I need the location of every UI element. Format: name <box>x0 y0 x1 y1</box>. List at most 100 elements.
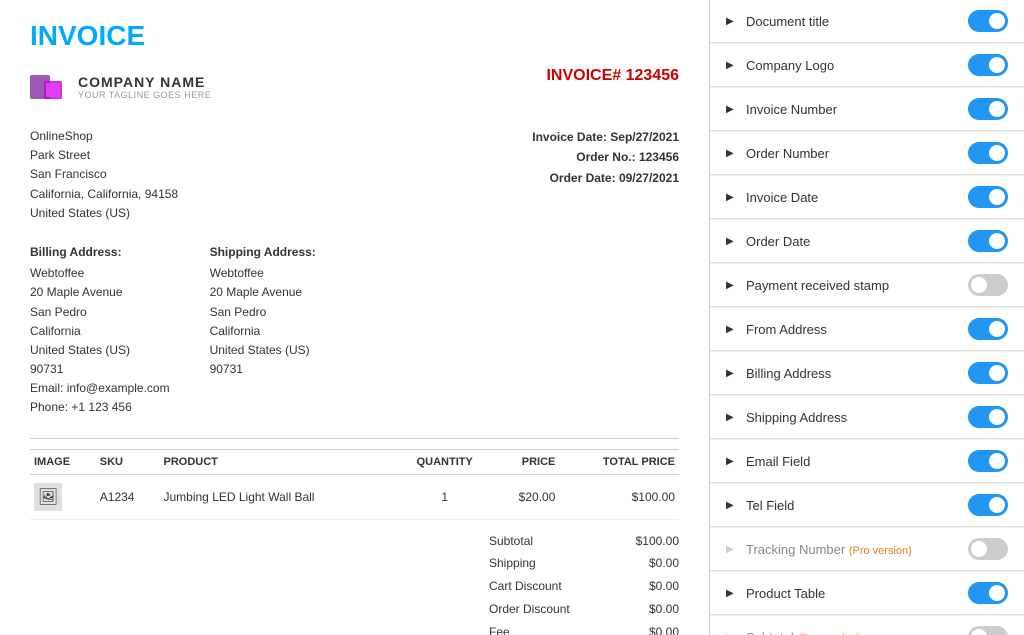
product-image-cell: 🖼 <box>30 474 96 519</box>
chevron-right-icon[interactable]: ▶ <box>726 104 738 115</box>
chevron-right-icon[interactable]: ▶ <box>726 16 738 27</box>
settings-label-payment-received: Payment received stamp <box>746 278 889 293</box>
invoice-date-row: Invoice Date: Sep/27/2021 <box>532 127 679 147</box>
settings-item-billing-address: ▶ Billing Address <box>710 352 1024 395</box>
settings-item-shipping-address: ▶Shipping Address <box>710 396 1024 439</box>
settings-item-from-address: ▶ From Address <box>710 308 1024 351</box>
toggle-tel-field[interactable] <box>968 494 1008 516</box>
chevron-right-icon[interactable]: ▶ <box>726 148 738 159</box>
product-price: $20.00 <box>493 474 560 519</box>
toggle-shipping-address[interactable] <box>968 406 1008 428</box>
company-name: COMPANY NAME <box>78 74 211 90</box>
company-logo: COMPANY NAME YOUR TAGLINE GOES HERE <box>30 67 211 107</box>
toggle-payment-received[interactable] <box>968 274 1008 296</box>
toggle-company-logo[interactable] <box>968 54 1008 76</box>
settings-item-company-logo: ▶Company Logo <box>710 44 1024 87</box>
addresses-row: Billing Address: Webtoffee 20 Maple Aven… <box>30 243 679 418</box>
toggle-order-date[interactable] <box>968 230 1008 252</box>
col-quantity: QUANTITY <box>397 449 493 474</box>
settings-item-product-table: ▶ Product Table <box>710 572 1024 615</box>
from-country: United States (US) <box>30 204 178 223</box>
settings-item-order-number: ▶Order Number <box>710 132 1024 175</box>
chevron-right-icon[interactable]: ▶ <box>726 60 738 71</box>
toggle-document-title[interactable] <box>968 10 1008 32</box>
settings-label-tracking-number: Tracking Number (Pro version) <box>746 542 912 557</box>
cart-discount-row: Cart Discount$0.00 <box>30 575 679 598</box>
chevron-right-icon[interactable]: ▶ <box>726 588 738 599</box>
product-quantity: 1 <box>397 474 493 519</box>
settings-list: ▶Document title▶Company Logo▶Invoice Num… <box>710 0 1024 635</box>
billing-phone: Phone: +1 123 456 <box>30 398 170 417</box>
from-state-zip: California, California, 94158 <box>30 185 178 204</box>
chevron-right-icon[interactable]: ▶ <box>726 412 738 423</box>
toggle-billing-address[interactable] <box>968 362 1008 384</box>
settings-label-email-field: Email Field <box>746 454 810 469</box>
settings-label-document-title: Document title <box>746 14 829 29</box>
chevron-right-icon[interactable]: ▶ <box>726 368 738 379</box>
order-no-row: Order No.: 123456 <box>532 147 679 167</box>
settings-item-subtotal-pro: ▶ Subtotal (Pro version) <box>710 616 1024 635</box>
toggle-slider-payment-received <box>968 274 1008 296</box>
settings-label-order-date: Order Date <box>746 234 810 249</box>
toggle-email-field[interactable] <box>968 450 1008 472</box>
chevron-right-icon[interactable]: ▶ <box>726 236 738 247</box>
toggle-from-address[interactable] <box>968 318 1008 340</box>
toggle-product-table[interactable] <box>968 582 1008 604</box>
invoice-meta: OnlineShop Park Street San Francisco Cal… <box>30 127 679 223</box>
toggle-slider-invoice-date <box>968 186 1008 208</box>
toggle-tracking-number[interactable] <box>968 538 1008 560</box>
chevron-right-icon[interactable]: ▶ <box>726 324 738 335</box>
toggle-invoice-date[interactable] <box>968 186 1008 208</box>
settings-item-invoice-number: ▶ Invoice Number <box>710 88 1024 131</box>
order-discount-row: Order Discount$0.00 <box>30 598 679 621</box>
product-image: 🖼 <box>34 483 62 511</box>
settings-label-tel-field: Tel Field <box>746 498 794 513</box>
table-header-row: IMAGE SKU PRODUCT QUANTITY PRICE TOTAL P… <box>30 449 679 474</box>
toggle-slider-subtotal-pro <box>968 626 1008 635</box>
billing-address-block: Billing Address: Webtoffee 20 Maple Aven… <box>30 243 170 418</box>
totals-section: Subtotal$100.00 Shipping$0.00 Cart Disco… <box>30 530 679 635</box>
settings-item-invoice-date: ▶ Invoice Date <box>710 176 1024 219</box>
toggle-slider-from-address <box>968 318 1008 340</box>
invoice-dates: Invoice Date: Sep/27/2021 Order No.: 123… <box>532 127 679 223</box>
company-tagline: YOUR TAGLINE GOES HERE <box>78 90 211 100</box>
billing-email: Email: info@example.com <box>30 379 170 398</box>
toggle-order-number[interactable] <box>968 142 1008 164</box>
toggle-slider-invoice-number <box>968 98 1008 120</box>
settings-label-subtotal-pro: Subtotal (Pro version) <box>746 630 860 635</box>
settings-item-tracking-number: ▶Tracking Number (Pro version) <box>710 528 1024 571</box>
from-street: Park Street <box>30 146 178 165</box>
col-sku: SKU <box>96 449 160 474</box>
col-total: TOTAL PRICE <box>559 449 679 474</box>
chevron-right-icon: ▶ <box>726 632 738 635</box>
toggle-slider-shipping-address <box>968 406 1008 428</box>
toggle-invoice-number[interactable] <box>968 98 1008 120</box>
settings-label-billing-address: Billing Address <box>746 366 831 381</box>
toggle-slider-order-number <box>968 142 1008 164</box>
from-address: OnlineShop Park Street San Francisco Cal… <box>30 127 178 223</box>
toggle-slider-email-field <box>968 450 1008 472</box>
settings-item-document-title: ▶ Document title <box>710 0 1024 43</box>
chevron-right-icon[interactable]: ▶ <box>726 280 738 291</box>
from-name: OnlineShop <box>30 127 178 146</box>
settings-label-product-table: Product Table <box>746 586 825 601</box>
toggle-subtotal-pro[interactable] <box>968 626 1008 635</box>
fee-row: Fee$0.00 <box>30 621 679 635</box>
shipping-row: Shipping$0.00 <box>30 552 679 575</box>
chevron-right-icon[interactable]: ▶ <box>726 192 738 203</box>
logo-text: COMPANY NAME YOUR TAGLINE GOES HERE <box>78 74 211 100</box>
settings-item-order-date: ▶ Order Date <box>710 220 1024 263</box>
chevron-right-icon[interactable]: ▶ <box>726 500 738 511</box>
toggle-slider-tel-field <box>968 494 1008 516</box>
settings-label-invoice-number: Invoice Number <box>746 102 837 117</box>
settings-label-from-address: From Address <box>746 322 827 337</box>
settings-item-payment-received: ▶ Payment received stamp <box>710 264 1024 307</box>
product-name: Jumbing LED Light Wall Ball <box>160 474 397 519</box>
chevron-right-icon[interactable]: ▶ <box>726 456 738 467</box>
divider-top <box>30 438 679 439</box>
toggle-slider-company-logo <box>968 54 1008 76</box>
toggle-slider-document-title <box>968 10 1008 32</box>
shipping-address-block: Shipping Address: Webtoffee 20 Maple Ave… <box>210 243 316 418</box>
settings-label-invoice-date: Invoice Date <box>746 190 818 205</box>
settings-panel: ▶Document title▶Company Logo▶Invoice Num… <box>710 0 1024 635</box>
